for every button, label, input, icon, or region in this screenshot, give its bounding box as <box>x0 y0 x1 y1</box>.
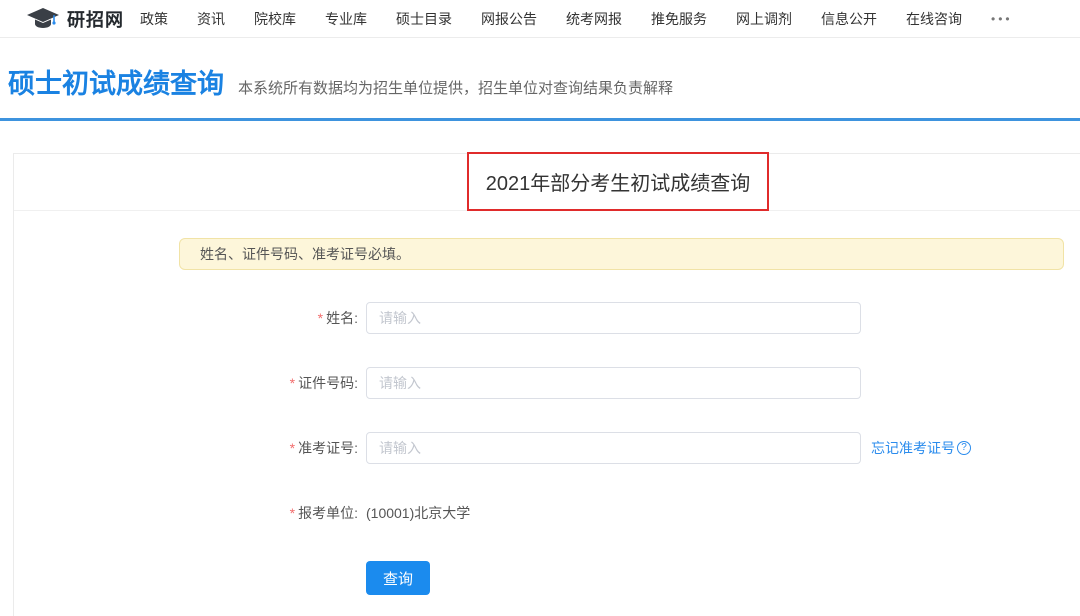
id-number-input[interactable] <box>366 367 861 399</box>
nav-item-unified-exam-report[interactable]: 统考网报 <box>566 9 622 29</box>
target-unit-row: *报考单位: (10001)北京大学 <box>14 497 1080 529</box>
admission-ticket-label: *准考证号: <box>14 438 366 458</box>
id-number-label-text: 证件号码: <box>298 375 358 391</box>
site-logo[interactable]: 研招网 <box>26 6 124 32</box>
admission-ticket-label-text: 准考证号: <box>298 440 358 456</box>
page-header: 硕士初试成绩查询 本系统所有数据均为招生单位提供，招生单位对查询结果负责解释 <box>0 38 1080 100</box>
red-annotation-box: 2021年部分考生初试成绩查询 <box>467 152 769 211</box>
admission-ticket-row: *准考证号: 忘记准考证号 ? <box>14 432 1080 464</box>
id-number-row: *证件号码: <box>14 367 1080 399</box>
id-number-label: *证件号码: <box>14 373 366 393</box>
nav-item-major-db[interactable]: 专业库 <box>325 9 367 29</box>
admission-ticket-input[interactable] <box>366 432 861 464</box>
page-title: 硕士初试成绩查询 <box>8 68 224 100</box>
card-header: 2021年部分考生初试成绩查询 <box>14 154 1080 211</box>
forget-ticket-link[interactable]: 忘记准考证号 ? <box>871 438 971 458</box>
nav-item-news[interactable]: 资讯 <box>197 9 225 29</box>
top-navigation: 研招网 政策 资讯 院校库 专业库 硕士目录 网报公告 统考网报 推免服务 网上… <box>0 0 1080 38</box>
required-marker: * <box>290 440 295 456</box>
nav-item-online-report-notice[interactable]: 网报公告 <box>481 9 537 29</box>
query-button[interactable]: 查询 <box>366 561 430 595</box>
card-body: 姓名、证件号码、准考证号必填。 *姓名: *证件号码: *准考证号: 忘记准考证… <box>14 211 1080 594</box>
required-fields-notice: 姓名、证件号码、准考证号必填。 <box>179 238 1064 270</box>
target-unit-label: *报考单位: <box>14 503 366 523</box>
nav-item-policy[interactable]: 政策 <box>140 9 168 29</box>
site-name: 研招网 <box>67 6 124 32</box>
nav-item-info-disclosure[interactable]: 信息公开 <box>821 9 877 29</box>
required-marker: * <box>290 505 295 521</box>
nav-more-icon[interactable]: ••• <box>991 12 1013 26</box>
nav-item-online-adjustment[interactable]: 网上调剂 <box>736 9 792 29</box>
nav-item-master-catalog[interactable]: 硕士目录 <box>396 9 452 29</box>
notice-text: 姓名、证件号码、准考证号必填。 <box>200 244 410 264</box>
query-card: 2021年部分考生初试成绩查询 姓名、证件号码、准考证号必填。 *姓名: *证件… <box>13 153 1080 616</box>
nav-item-college-db[interactable]: 院校库 <box>254 9 296 29</box>
nav-item-exempt-service[interactable]: 推免服务 <box>651 9 707 29</box>
blue-divider <box>0 118 1080 121</box>
required-marker: * <box>290 375 295 391</box>
required-marker: * <box>318 310 323 326</box>
name-input[interactable] <box>366 302 861 334</box>
submit-row: 查询 <box>14 562 1080 594</box>
name-label-text: 姓名: <box>326 310 358 326</box>
name-label: *姓名: <box>14 308 366 328</box>
nav-menu: 政策 资讯 院校库 专业库 硕士目录 网报公告 统考网报 推免服务 网上调剂 信… <box>140 9 1013 29</box>
forget-ticket-link-text: 忘记准考证号 <box>871 438 955 458</box>
name-row: *姓名: <box>14 302 1080 334</box>
target-unit-value: (10001)北京大学 <box>366 503 470 523</box>
nav-item-online-consult[interactable]: 在线咨询 <box>906 9 962 29</box>
page-subtitle: 本系统所有数据均为招生单位提供，招生单位对查询结果负责解释 <box>238 77 673 98</box>
card-title: 2021年部分考生初试成绩查询 <box>486 167 751 196</box>
target-unit-label-text: 报考单位: <box>298 505 358 521</box>
graduation-cap-icon <box>26 7 60 31</box>
help-circle-icon: ? <box>957 441 971 455</box>
